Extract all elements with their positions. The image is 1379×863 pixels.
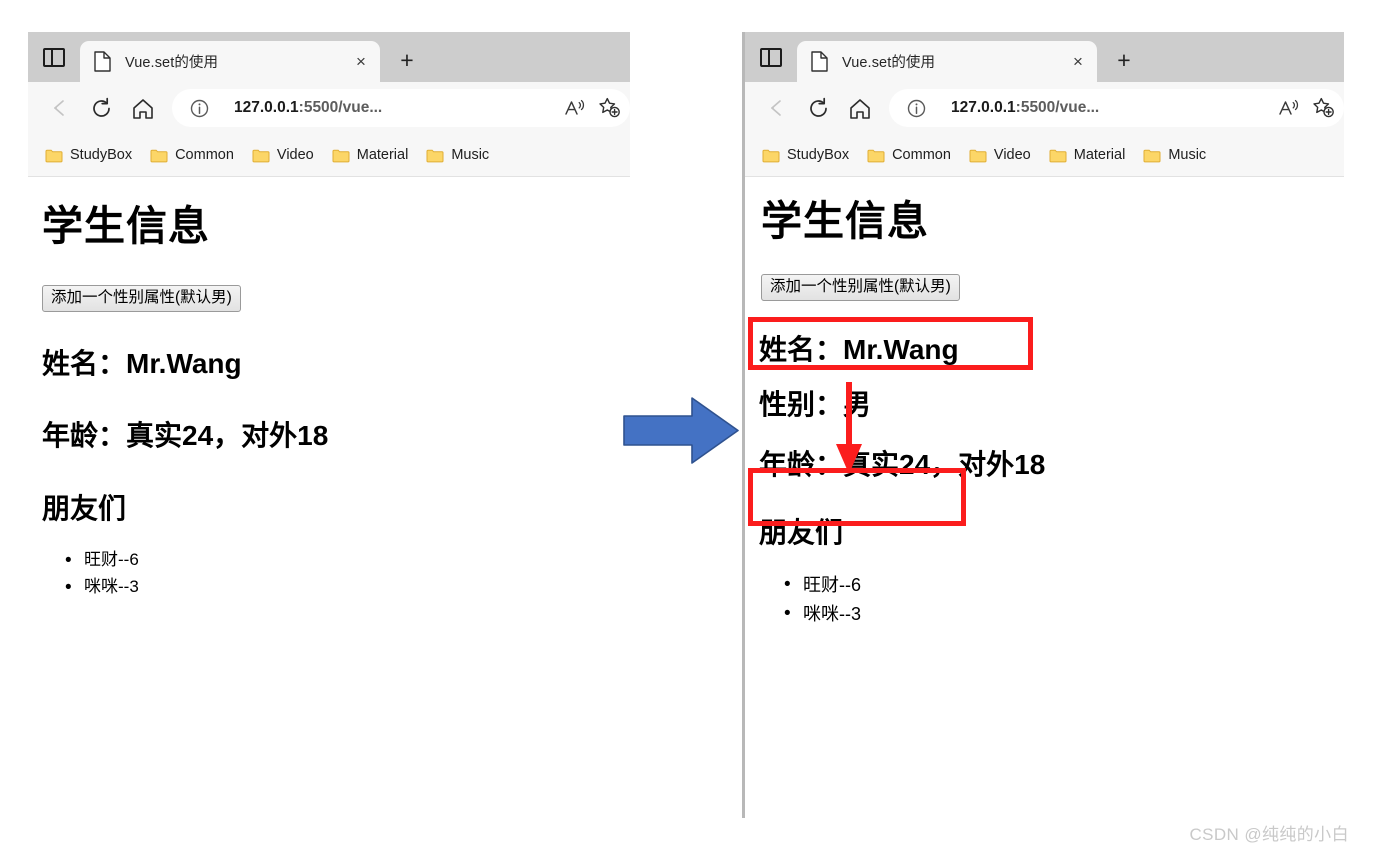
sidebar-icon xyxy=(760,47,782,67)
bookmark-item[interactable]: Video xyxy=(960,144,1040,166)
bookmark-item[interactable]: StudyBox xyxy=(753,144,858,166)
address-bar[interactable]: 127.0.0.1:5500/vue... xyxy=(172,89,630,127)
folder-icon xyxy=(252,148,270,163)
bookmark-item[interactable]: Music xyxy=(417,144,498,166)
folder-icon xyxy=(1143,148,1161,163)
bookmark-label: Music xyxy=(451,147,490,163)
page-icon xyxy=(94,51,111,72)
bookmark-item[interactable]: Common xyxy=(858,144,960,166)
bookmark-item[interactable]: Material xyxy=(323,144,418,166)
new-tab-button[interactable]: + xyxy=(1105,41,1143,79)
list-item: 咪咪--3 xyxy=(65,573,630,603)
list-item: 旺财--6 xyxy=(784,570,1344,600)
transition-arrow-icon xyxy=(623,397,739,464)
pointer-arrow-icon xyxy=(836,382,862,474)
url-path: :5500/vue... xyxy=(298,99,383,116)
url-text: 127.0.0.1:5500/vue... xyxy=(951,99,1272,117)
bookmark-label: Video xyxy=(993,147,1031,163)
address-bar[interactable]: 127.0.0.1:5500/vue... xyxy=(889,89,1344,127)
bookmark-item[interactable]: Common xyxy=(141,144,243,166)
bookmark-item[interactable]: Music xyxy=(1134,144,1215,166)
add-gender-button[interactable]: 添加一个性别属性(默认男) xyxy=(42,285,241,313)
url-text: 127.0.0.1:5500/vue... xyxy=(234,99,558,117)
bookmark-item[interactable]: Video xyxy=(243,144,323,166)
page-icon xyxy=(811,51,828,72)
list-item: 旺财--6 xyxy=(65,546,630,576)
list-item: 咪咪--3 xyxy=(784,599,1344,629)
page-title: 学生信息 xyxy=(42,203,210,249)
bookmarks-bar: StudyBox Common Video Material Music xyxy=(28,134,630,177)
bookmarks-bar: StudyBox Common Video Material Music xyxy=(745,134,1344,177)
home-icon[interactable] xyxy=(839,87,881,129)
browser-toolbar: 127.0.0.1:5500/vue... xyxy=(28,82,630,134)
bookmark-label: Material xyxy=(1073,147,1126,163)
bookmark-label: Common xyxy=(892,147,951,163)
folder-icon xyxy=(426,148,444,163)
folder-icon xyxy=(867,148,885,163)
folder-icon xyxy=(969,148,987,163)
bookmark-label: Common xyxy=(175,147,234,163)
read-aloud-icon[interactable] xyxy=(1272,91,1306,125)
url-host: 127.0.0.1 xyxy=(234,99,299,116)
watermark: CSDN @纯纯的小白 xyxy=(1189,825,1349,844)
friends-list: 旺财--6 咪咪--3 xyxy=(751,570,1344,629)
student-age-row: 年龄：真实24，对外18 xyxy=(42,420,329,452)
star-plus-icon[interactable] xyxy=(592,91,626,125)
folder-icon xyxy=(45,148,63,163)
sidebar-toggle-button[interactable] xyxy=(745,32,797,82)
info-icon[interactable] xyxy=(186,95,212,121)
tab-title: Vue.set的使用 xyxy=(842,55,936,71)
new-tab-button[interactable]: + xyxy=(388,41,426,79)
friends-list: 旺财--6 咪咪--3 xyxy=(36,546,630,603)
browser-window-before: Vue.set的使用 × + 127.0.0.1:5500/vue... Stu… xyxy=(28,32,630,822)
page-content-after: 学生信息 添加一个性别属性(默认男) 姓名：Mr.Wang 性别：男 年龄：真实… xyxy=(745,201,1344,818)
student-name-row: 姓名：Mr.Wang xyxy=(42,348,242,380)
browser-tab[interactable]: Vue.set的使用 × xyxy=(80,41,380,82)
browser-toolbar: 127.0.0.1:5500/vue... xyxy=(745,82,1344,134)
bookmark-label: Music xyxy=(1168,147,1207,163)
info-icon[interactable] xyxy=(903,95,929,121)
bookmark-label: Video xyxy=(276,147,314,163)
folder-icon xyxy=(150,148,168,163)
bookmark-item[interactable]: StudyBox xyxy=(36,144,141,166)
read-aloud-icon[interactable] xyxy=(558,91,592,125)
folder-icon xyxy=(332,148,350,163)
close-icon[interactable]: × xyxy=(1065,49,1091,75)
friends-heading: 朋友们 xyxy=(42,493,127,525)
page-title: 学生信息 xyxy=(761,198,929,244)
bookmark-label: StudyBox xyxy=(70,147,133,163)
star-plus-icon[interactable] xyxy=(1306,91,1340,125)
sidebar-icon xyxy=(43,47,65,67)
bookmark-item[interactable]: Material xyxy=(1040,144,1135,166)
folder-icon xyxy=(1049,148,1067,163)
student-name-row: 姓名：Mr.Wang xyxy=(759,334,959,366)
add-gender-button[interactable]: 添加一个性别属性(默认男) xyxy=(761,274,960,302)
browser-tab[interactable]: Vue.set的使用 × xyxy=(797,41,1097,82)
tab-title: Vue.set的使用 xyxy=(125,55,219,71)
bookmark-label: StudyBox xyxy=(787,147,850,163)
tab-strip: Vue.set的使用 × + xyxy=(28,32,630,82)
bookmark-label: Material xyxy=(356,147,409,163)
page-content-before: 学生信息 添加一个性别属性(默认男) 姓名：Mr.Wang 年龄：真实24，对外… xyxy=(28,206,630,822)
home-icon[interactable] xyxy=(122,87,164,129)
reload-icon[interactable] xyxy=(80,87,122,129)
url-path: :5500/vue... xyxy=(1015,99,1100,116)
friends-heading: 朋友们 xyxy=(759,517,844,549)
back-button[interactable] xyxy=(755,87,797,129)
tab-strip: Vue.set的使用 × + xyxy=(745,32,1344,82)
sidebar-toggle-button[interactable] xyxy=(28,32,80,82)
url-host: 127.0.0.1 xyxy=(951,99,1016,116)
folder-icon xyxy=(762,148,780,163)
reload-icon[interactable] xyxy=(797,87,839,129)
back-button[interactable] xyxy=(38,87,80,129)
close-icon[interactable]: × xyxy=(348,49,374,75)
